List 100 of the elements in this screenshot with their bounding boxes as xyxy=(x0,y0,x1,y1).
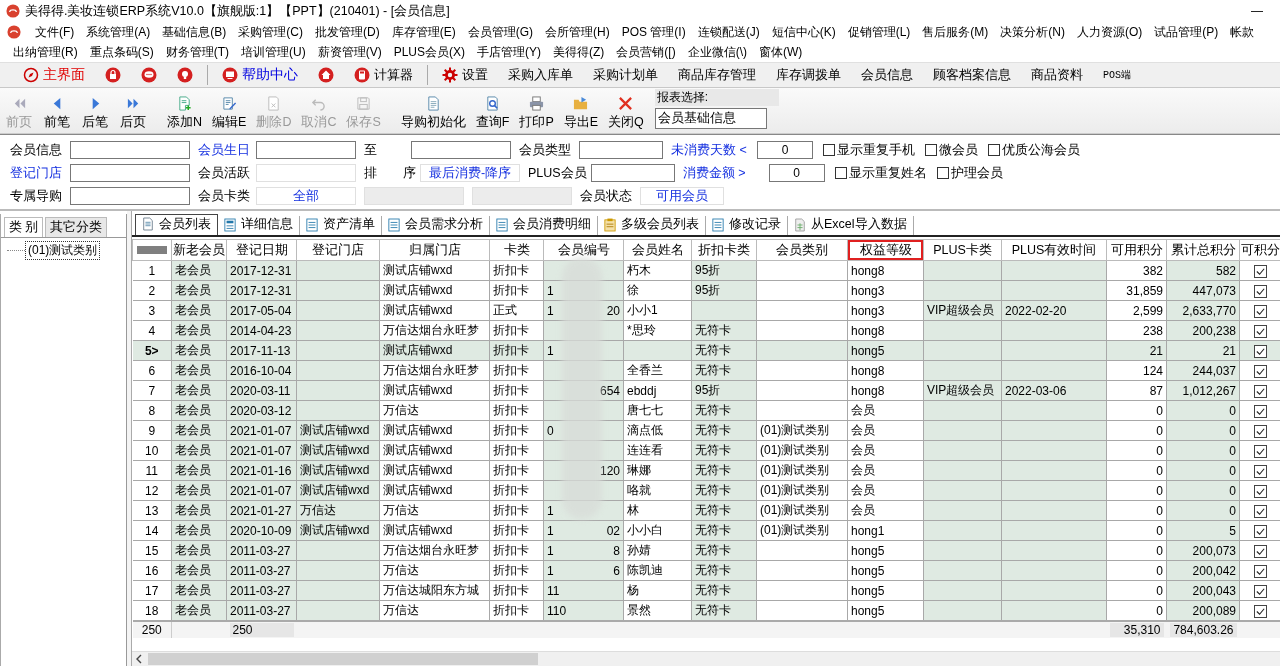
column-header[interactable]: PLUS有效时间 xyxy=(1001,239,1107,261)
quick-button[interactable]: 会员信息 xyxy=(852,64,922,86)
row-number[interactable]: 11 xyxy=(132,460,172,481)
quick-button[interactable]: 商品库存管理 xyxy=(669,64,765,86)
row-number[interactable]: 6 xyxy=(132,360,172,381)
menu-item[interactable]: 采购管理(C) xyxy=(232,23,309,41)
column-header[interactable]: 权益等级 xyxy=(847,239,924,261)
tree-item[interactable]: (01)测试类别 xyxy=(25,241,101,260)
column-header[interactable]: 新老会员 xyxy=(171,239,227,261)
menu-item[interactable]: PLUS会员(X) xyxy=(387,43,471,61)
side-tab[interactable]: 类 别 xyxy=(4,217,44,237)
toolbar-button[interactable]: 导购初始化 xyxy=(395,96,471,131)
row-number[interactable]: 15 xyxy=(132,540,172,561)
quick-button[interactable]: 商品资料 xyxy=(1022,64,1092,86)
row-number[interactable]: 7 xyxy=(132,380,172,401)
horizontal-scrollbar[interactable] xyxy=(132,651,1280,666)
menu-item[interactable]: 批发管理(D) xyxy=(309,23,386,41)
checkbox[interactable] xyxy=(1254,544,1267,558)
toolbar-button[interactable]: 关闭Q xyxy=(603,96,649,131)
quick-button[interactable]: 顾客档案信息 xyxy=(924,64,1020,86)
tab[interactable]: 修改记录 xyxy=(706,216,788,235)
menu-item[interactable]: 短信中心(K) xyxy=(765,23,842,41)
quick-button[interactable]: POS端 xyxy=(1094,64,1140,86)
toolbar-button[interactable]: 打印P xyxy=(514,96,559,131)
tab[interactable]: 多级会员列表 xyxy=(598,216,706,235)
menu-item[interactable]: 售后服务(M) xyxy=(916,23,995,41)
row-number[interactable]: 13 xyxy=(132,500,172,521)
report-select-field[interactable]: 会员基础信息 xyxy=(654,108,767,129)
select-field[interactable]: 全部 xyxy=(256,187,356,205)
column-header[interactable]: 卡类 xyxy=(489,239,544,261)
menu-item[interactable]: 企业微信(\) xyxy=(681,43,753,61)
checkbox[interactable] xyxy=(1254,264,1267,278)
quick-button[interactable]: 库存调拨单 xyxy=(767,64,850,86)
toolbar-button[interactable]: 编辑E xyxy=(207,96,252,131)
row-number[interactable]: 17 xyxy=(132,580,172,601)
checkbox[interactable] xyxy=(1254,444,1267,458)
checkbox[interactable] xyxy=(988,144,1000,156)
column-header[interactable]: 可积分 xyxy=(1239,239,1280,261)
tab[interactable]: 详细信息 xyxy=(218,216,300,235)
checkbox[interactable] xyxy=(1254,304,1267,318)
checkbox[interactable] xyxy=(1254,604,1267,618)
quick-button[interactable]: 主界面 xyxy=(14,64,94,86)
checkbox[interactable] xyxy=(1254,484,1267,498)
toolbar-button[interactable]: 前笔 xyxy=(38,96,76,131)
field-link-label[interactable]: 会员生日 xyxy=(198,141,250,159)
input-field[interactable] xyxy=(256,141,356,159)
input-field[interactable] xyxy=(579,141,663,159)
checkbox[interactable] xyxy=(1254,564,1267,578)
menu-item[interactable]: POS 管理(I) xyxy=(615,23,692,41)
checkbox[interactable] xyxy=(936,167,949,179)
input-field[interactable] xyxy=(411,141,511,159)
column-header[interactable]: 会员姓名 xyxy=(623,239,692,261)
field-link-label[interactable]: 未消费天数 < xyxy=(671,141,747,159)
menu-item[interactable]: 会员营销([) xyxy=(610,43,682,61)
input-field[interactable] xyxy=(70,141,190,159)
input-field[interactable] xyxy=(590,164,675,182)
row-number[interactable]: 1 xyxy=(132,260,172,281)
menu-item[interactable]: 试品管理(P) xyxy=(1148,23,1225,41)
menu-item[interactable]: 帐款 xyxy=(1224,23,1261,41)
app-logo-icon[interactable] xyxy=(7,25,21,39)
input-field[interactable] xyxy=(70,164,190,182)
minimize-button[interactable]: — xyxy=(1234,4,1280,18)
menu-item[interactable]: 会员管理(G) xyxy=(461,23,539,41)
column-header[interactable]: 累计总积分 xyxy=(1166,239,1240,261)
row-number[interactable]: 16 xyxy=(132,560,172,581)
quick-button[interactable]: 设置 xyxy=(433,64,497,86)
menu-item[interactable]: 基础信息(B) xyxy=(156,23,233,41)
row-number[interactable]: 14 xyxy=(132,520,172,541)
menu-item[interactable]: 连锁配送(J) xyxy=(691,23,766,41)
side-tab[interactable]: 其它分类 xyxy=(45,217,108,237)
quick-button[interactable]: 计算器 xyxy=(345,64,422,86)
tab[interactable]: 资产清单 xyxy=(300,216,382,235)
row-number[interactable]: 4 xyxy=(132,320,172,341)
column-header[interactable]: 折扣卡类 xyxy=(691,239,757,261)
select-field[interactable]: 可用会员 xyxy=(640,187,724,205)
column-header[interactable]: 登记门店 xyxy=(296,239,380,261)
quick-button[interactable]: 帮助中心 xyxy=(213,64,307,86)
toolbar-button[interactable]: 导出E xyxy=(558,96,604,131)
checkbox[interactable] xyxy=(1254,404,1267,418)
toolbar-button[interactable]: 后笔 xyxy=(76,96,114,131)
menu-item[interactable]: 文件(F) xyxy=(29,23,81,41)
menu-item[interactable]: 出纳管理(R) xyxy=(7,43,84,61)
menu-item[interactable]: 手店管理(Y) xyxy=(471,43,547,61)
select-field[interactable] xyxy=(256,164,356,182)
checkbox[interactable] xyxy=(1254,364,1267,378)
checkbox[interactable] xyxy=(1254,284,1267,298)
checkbox[interactable] xyxy=(1254,344,1267,358)
column-header[interactable]: 登记日期 xyxy=(226,239,297,261)
row-number[interactable]: 10 xyxy=(132,440,172,461)
checkbox[interactable] xyxy=(1254,504,1267,518)
menu-item[interactable]: 美得得(Z) xyxy=(547,43,611,61)
menu-item[interactable]: 薪资管理(V) xyxy=(311,43,388,61)
menu-item[interactable]: 库存管理(E) xyxy=(385,23,462,41)
row-number[interactable]: 12 xyxy=(132,480,172,501)
checkbox[interactable] xyxy=(1254,464,1267,478)
checkbox[interactable] xyxy=(823,144,835,156)
menu-item[interactable]: 重点条码(S) xyxy=(83,43,160,61)
row-number[interactable]: 2 xyxy=(132,280,172,301)
toolbar-button[interactable]: 查询F xyxy=(470,96,515,131)
checkbox[interactable] xyxy=(834,167,847,179)
